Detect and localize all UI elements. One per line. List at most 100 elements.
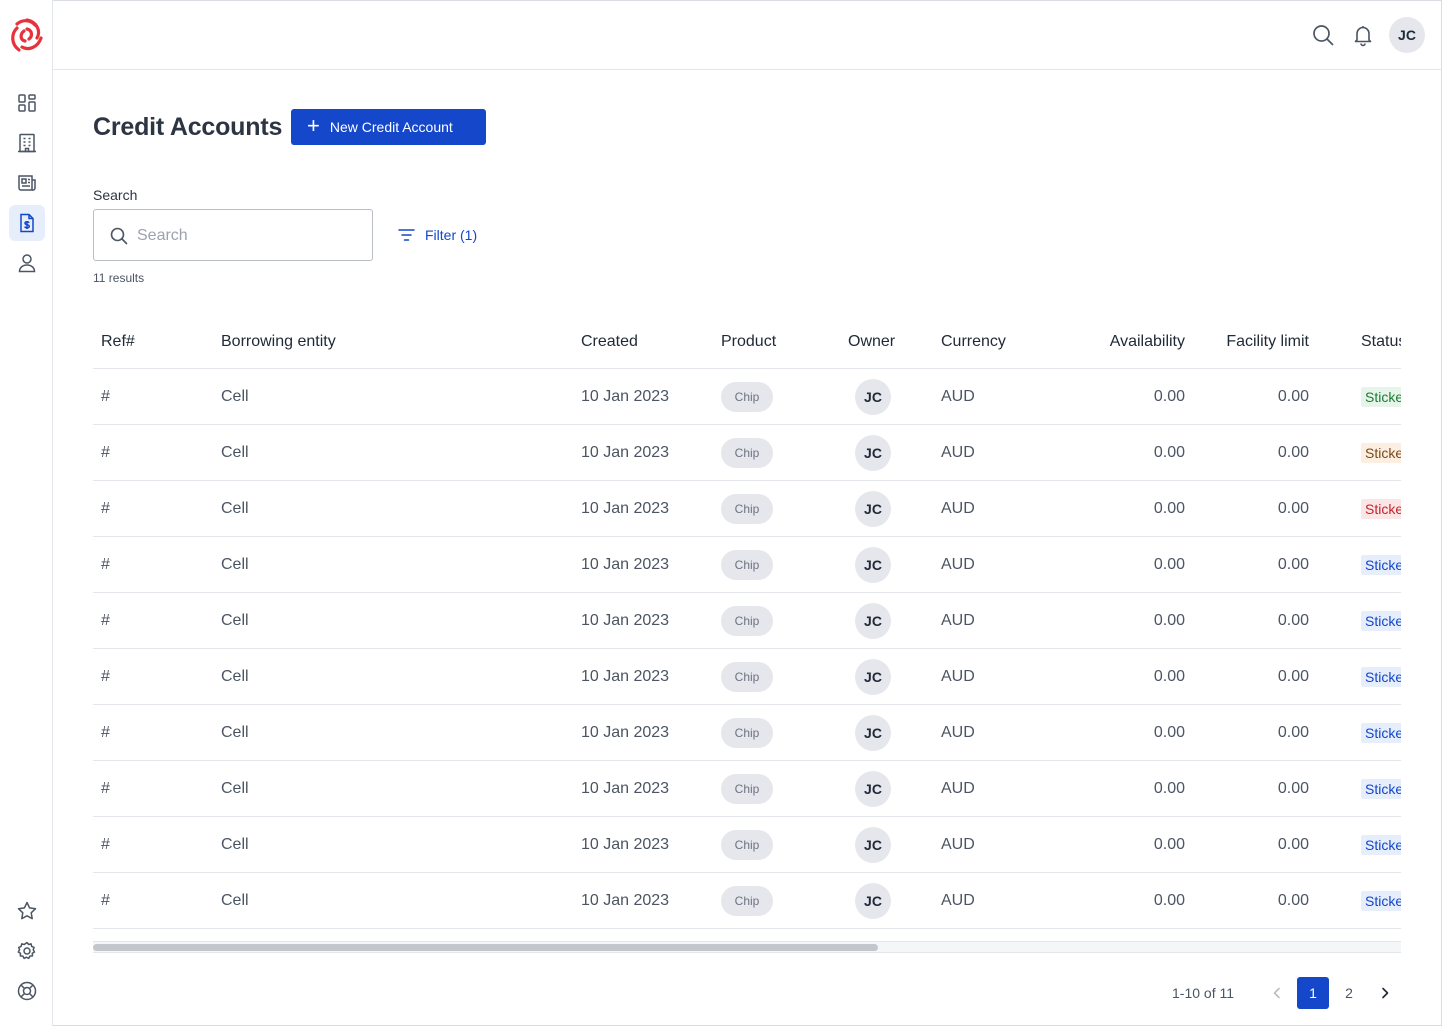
newspaper-icon bbox=[18, 175, 36, 191]
cell-ref[interactable]: # bbox=[101, 500, 110, 518]
star-icon bbox=[17, 901, 37, 920]
pagination-page-1[interactable]: 1 bbox=[1297, 977, 1329, 1009]
chevron-left-icon bbox=[1273, 987, 1280, 999]
scrollbar-thumb[interactable] bbox=[93, 944, 878, 951]
horizontal-scrollbar[interactable] bbox=[93, 941, 1401, 953]
cell-ref[interactable]: # bbox=[101, 892, 110, 910]
column-header-availability[interactable]: Availability bbox=[1110, 333, 1185, 351]
cell-availability: 0.00 bbox=[1153, 556, 1185, 573]
search-field[interactable] bbox=[93, 209, 373, 261]
filter-button[interactable]: Filter (1) bbox=[398, 225, 477, 245]
cell-ref[interactable]: # bbox=[101, 724, 110, 742]
new-credit-account-label: New Credit Account bbox=[329, 119, 453, 135]
sidebar-item-users[interactable] bbox=[9, 245, 45, 281]
cell-ref[interactable]: # bbox=[101, 836, 110, 854]
building-icon bbox=[18, 133, 36, 153]
table-row[interactable]: # Cell 10 Jan 2023 Chip JC AUD 0.00 0.00 Sticker bbox=[93, 705, 1401, 761]
cell-currency: AUD bbox=[941, 668, 975, 685]
cell-ref[interactable]: # bbox=[101, 668, 110, 686]
cell-availability: 0.00 bbox=[1153, 612, 1185, 629]
cell-borrowing-entity: Cell bbox=[221, 500, 249, 517]
sidebar-item-credit-accounts[interactable] bbox=[9, 205, 45, 241]
owner-avatar: JC bbox=[855, 827, 891, 863]
table-row[interactable]: # Cell 10 Jan 2023 Chip JC AUD 0.00 0.00 Sticker bbox=[93, 761, 1401, 817]
cell-created: 10 Jan 2023 bbox=[581, 556, 670, 573]
sidebar-item-favourites[interactable] bbox=[9, 893, 45, 929]
cell-ref[interactable]: # bbox=[101, 612, 110, 630]
cell-currency: AUD bbox=[941, 724, 975, 741]
sidebar-item-settings[interactable] bbox=[9, 933, 45, 969]
pagination-prev-button[interactable] bbox=[1261, 977, 1293, 1009]
cell-facility-limit: 0.00 bbox=[1277, 668, 1309, 685]
cell-availability: 0.00 bbox=[1153, 668, 1185, 685]
cell-ref[interactable]: # bbox=[101, 556, 110, 574]
sidebar-item-dashboard[interactable] bbox=[9, 85, 45, 121]
cell-facility-limit: 0.00 bbox=[1277, 556, 1309, 573]
status-badge: Sticker bbox=[1361, 891, 1401, 911]
column-header-owner[interactable]: Owner bbox=[848, 333, 895, 351]
cell-availability: 0.00 bbox=[1153, 500, 1185, 517]
cell-facility-limit: 0.00 bbox=[1277, 388, 1309, 405]
cell-availability: 0.00 bbox=[1153, 724, 1185, 741]
new-credit-account-button[interactable]: + New Credit Account bbox=[291, 109, 486, 145]
filter-label: Filter (1) bbox=[425, 227, 478, 243]
owner-avatar: JC bbox=[855, 771, 891, 807]
cell-ref[interactable]: # bbox=[101, 444, 110, 462]
cell-availability: 0.00 bbox=[1153, 780, 1185, 797]
sidebar-item-reports[interactable] bbox=[9, 165, 45, 201]
owner-avatar: JC bbox=[855, 547, 891, 583]
cell-facility-limit: 0.00 bbox=[1277, 836, 1309, 853]
table-row[interactable]: # Cell 10 Jan 2023 Chip JC AUD 0.00 0.00 Sticker bbox=[93, 537, 1401, 593]
column-header-product[interactable]: Product bbox=[721, 333, 776, 351]
owner-avatar: JC bbox=[855, 659, 891, 695]
product-chip: Chip bbox=[721, 830, 773, 860]
search-input[interactable] bbox=[137, 222, 357, 250]
search-input-icon bbox=[110, 227, 128, 245]
dashboard-grid-icon bbox=[18, 94, 36, 112]
pagination-range: 1-10 of 11 bbox=[1172, 985, 1235, 1001]
table-row[interactable]: # Cell 10 Jan 2023 Chip JC AUD 0.00 0.00 Sticker bbox=[93, 593, 1401, 649]
status-badge: Sticker bbox=[1361, 779, 1401, 799]
column-header-ref[interactable]: Ref# bbox=[101, 333, 135, 351]
page-title: Credit Accounts bbox=[93, 113, 283, 141]
pagination-page-2[interactable]: 2 bbox=[1333, 977, 1365, 1009]
column-header-borrowing-entity[interactable]: Borrowing entity bbox=[221, 333, 336, 351]
table-row[interactable]: # Cell 10 Jan 2023 Chip JC AUD 0.00 0.00 Sticker bbox=[93, 649, 1401, 705]
user-icon bbox=[18, 254, 36, 273]
user-avatar[interactable]: JC bbox=[1389, 17, 1425, 53]
table-row[interactable]: # Cell 10 Jan 2023 Chip JC AUD 0.00 0.00 Sticker bbox=[93, 481, 1401, 537]
column-header-created[interactable]: Created bbox=[581, 333, 638, 351]
cell-created: 10 Jan 2023 bbox=[581, 444, 670, 461]
cell-borrowing-entity: Cell bbox=[221, 668, 249, 685]
gear-icon bbox=[17, 941, 36, 960]
brand-logo[interactable] bbox=[8, 16, 46, 54]
cell-currency: AUD bbox=[941, 500, 975, 517]
search-icon[interactable] bbox=[1310, 22, 1336, 48]
table-row[interactable]: # Cell 10 Jan 2023 Chip JC AUD 0.00 0.00 Sticker bbox=[93, 873, 1401, 929]
table-row[interactable]: # Cell 10 Jan 2023 Chip JC AUD 0.00 0.00 Sticker bbox=[93, 425, 1401, 481]
product-chip: Chip bbox=[721, 550, 773, 580]
cell-ref[interactable]: # bbox=[101, 780, 110, 798]
product-chip: Chip bbox=[721, 774, 773, 804]
column-header-status[interactable]: Status bbox=[1361, 333, 1401, 351]
table-row[interactable]: # Cell 10 Jan 2023 Chip JC AUD 0.00 0.00 Sticker bbox=[93, 817, 1401, 873]
column-header-currency[interactable]: Currency bbox=[941, 333, 1006, 351]
product-chip: Chip bbox=[721, 382, 773, 412]
status-badge: Sticker bbox=[1361, 723, 1401, 743]
pagination-next-button[interactable] bbox=[1369, 977, 1401, 1009]
cell-facility-limit: 0.00 bbox=[1277, 500, 1309, 517]
column-header-facility-limit[interactable]: Facility limit bbox=[1226, 333, 1309, 351]
cell-borrowing-entity: Cell bbox=[221, 556, 249, 573]
cell-currency: AUD bbox=[941, 388, 975, 405]
table-row[interactable]: # Cell 10 Jan 2023 Chip JC AUD 0.00 0.00 Sticker bbox=[93, 369, 1401, 425]
bell-icon[interactable] bbox=[1350, 22, 1376, 48]
cell-created: 10 Jan 2023 bbox=[581, 836, 670, 853]
sidebar-item-organisations[interactable] bbox=[9, 125, 45, 161]
cell-currency: AUD bbox=[941, 892, 975, 909]
lifebuoy-icon bbox=[17, 981, 37, 1001]
cell-availability: 0.00 bbox=[1153, 836, 1185, 853]
status-badge: Sticker bbox=[1361, 443, 1401, 463]
cell-ref[interactable]: # bbox=[101, 388, 110, 406]
cell-created: 10 Jan 2023 bbox=[581, 388, 670, 405]
sidebar-item-help[interactable] bbox=[9, 973, 45, 1009]
